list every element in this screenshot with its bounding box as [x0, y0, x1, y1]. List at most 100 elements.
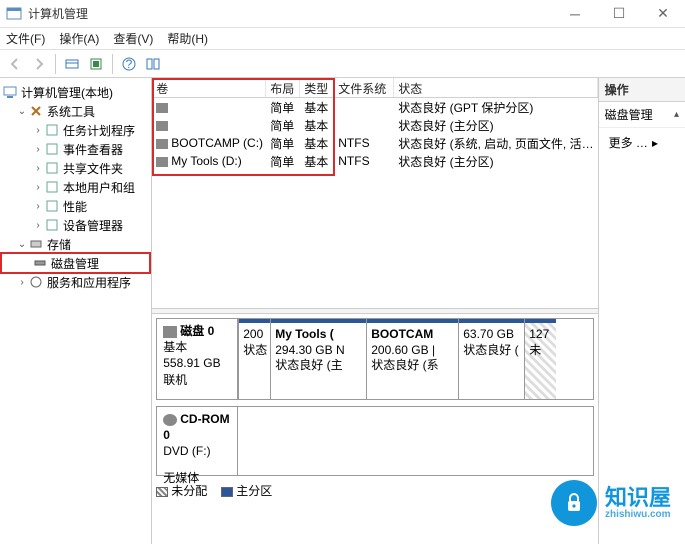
close-button[interactable]: ✕	[641, 0, 685, 28]
tools-icon	[28, 103, 44, 119]
disk-label: 磁盘 0 基本 558.91 GB 联机	[156, 318, 238, 400]
col-volume[interactable]: 卷	[152, 78, 266, 97]
partition[interactable]: 200状态	[238, 319, 270, 399]
tree-label: 设备管理器	[63, 217, 123, 234]
storage-icon	[28, 236, 44, 252]
actions-panel: 操作 磁盘管理 ▴ 更多 … ▸	[599, 78, 685, 544]
legend: 未分配 主分区	[156, 482, 593, 499]
view-list-button[interactable]	[142, 53, 164, 75]
event-icon	[44, 141, 60, 157]
window-title: 计算机管理	[28, 5, 553, 22]
expander-icon[interactable]: ⌄	[16, 106, 28, 117]
col-type[interactable]: 类型	[300, 78, 334, 97]
expander-icon[interactable]: ›	[16, 277, 28, 288]
actions-header: 操作	[599, 78, 685, 102]
tree-label: 系统工具	[47, 103, 95, 120]
tree-item-device[interactable]: › 设备管理器	[2, 216, 149, 234]
drive-icon	[156, 157, 168, 167]
tree-item-clock[interactable]: › 任务计划程序	[2, 121, 149, 139]
watermark: 知识屋 zhishiwu.com	[551, 480, 671, 526]
actions-group[interactable]: 磁盘管理 ▴	[599, 102, 685, 128]
tree-label: 共享文件夹	[63, 160, 123, 177]
tree-label: 性能	[63, 198, 87, 215]
watermark-title: 知识屋	[605, 487, 671, 509]
titlebar: 计算机管理 ─ ☐ ✕	[0, 0, 685, 28]
tree-item-folder[interactable]: › 共享文件夹	[2, 159, 149, 177]
partition[interactable]: My Tools (294.30 GB N状态良好 (主	[270, 319, 366, 399]
watermark-badge-icon	[551, 480, 597, 526]
volume-row[interactable]: 简单基本状态良好 (GPT 保护分区)	[152, 98, 597, 116]
partition[interactable]: 127未	[524, 319, 556, 399]
tree-label: 本地用户和组	[63, 179, 135, 196]
center-panel: 卷 布局 类型 文件系统 状态 简单基本状态良好 (GPT 保护分区)简单基本状…	[152, 78, 598, 544]
expander-icon[interactable]: ›	[32, 182, 44, 193]
swatch-unalloc	[156, 487, 168, 497]
device-icon	[44, 217, 60, 233]
volume-list-header: 卷 布局 类型 文件系统 状态	[152, 78, 597, 98]
volume-list[interactable]: 卷 布局 类型 文件系统 状态 简单基本状态良好 (GPT 保护分区)简单基本状…	[152, 78, 597, 308]
chevron-right-icon: ▸	[652, 136, 658, 150]
view-button[interactable]	[61, 53, 83, 75]
partition[interactable]: 63.70 GB状态良好 (	[458, 319, 524, 399]
tree-storage[interactable]: ⌄ 存储	[2, 235, 149, 253]
tree-label: 存储	[47, 236, 71, 253]
expander-icon[interactable]: ›	[32, 220, 44, 231]
tree-label: 磁盘管理	[51, 255, 99, 272]
menu-action[interactable]: 操作(A)	[59, 30, 99, 47]
disk-row-0[interactable]: 磁盘 0 基本 558.91 GB 联机 200状态My Tools (294.…	[156, 318, 593, 400]
back-button	[4, 53, 26, 75]
refresh-button[interactable]	[85, 53, 107, 75]
tree-root[interactable]: 计算机管理(本地)	[2, 83, 149, 101]
maximize-button[interactable]: ☐	[597, 0, 641, 28]
tree-label: 任务计划程序	[63, 122, 135, 139]
tree-disk-mgmt[interactable]: 磁盘管理	[2, 254, 149, 272]
computer-icon	[2, 84, 18, 100]
perf-icon	[44, 198, 60, 214]
users-icon	[44, 179, 60, 195]
tree-services[interactable]: › 服务和应用程序	[2, 273, 149, 291]
tree-panel: 计算机管理(本地) ⌄ 系统工具 › 任务计划程序 › 事件查看器 › 共享文件夹 › 本地用…	[0, 78, 152, 544]
col-status[interactable]: 状态	[394, 78, 597, 97]
minimize-button[interactable]: ─	[553, 0, 597, 28]
disk-label: CD-ROM 0 DVD (F:) 无媒体	[156, 406, 238, 476]
tree-root-label: 计算机管理(本地)	[21, 84, 113, 101]
help-button[interactable]: ?	[118, 53, 140, 75]
graphical-view: 磁盘 0 基本 558.91 GB 联机 200状态My Tools (294.…	[152, 314, 597, 544]
drive-icon	[156, 103, 168, 113]
menubar: 文件(F) 操作(A) 查看(V) 帮助(H)	[0, 28, 685, 50]
expander-icon[interactable]: ›	[32, 125, 44, 136]
menu-view[interactable]: 查看(V)	[113, 30, 153, 47]
watermark-url: zhishiwu.com	[605, 509, 671, 520]
tree-label: 服务和应用程序	[47, 274, 131, 291]
volume-row[interactable]: My Tools (D:)简单基本NTFS状态良好 (主分区)	[152, 152, 597, 170]
actions-group-label: 磁盘管理	[605, 106, 653, 123]
col-layout[interactable]: 布局	[266, 78, 300, 97]
partition[interactable]: BOOTCAM200.60 GB |状态良好 (系	[366, 319, 458, 399]
disk-row-cd[interactable]: CD-ROM 0 DVD (F:) 无媒体	[156, 406, 593, 476]
drive-icon	[156, 139, 168, 149]
actions-more-label: 更多 …	[609, 134, 648, 151]
expander-icon[interactable]: ›	[32, 163, 44, 174]
expander-icon[interactable]: ›	[32, 144, 44, 155]
app-icon	[6, 6, 22, 22]
expander-icon[interactable]: ›	[32, 201, 44, 212]
forward-button	[28, 53, 50, 75]
tree-item-perf[interactable]: › 性能	[2, 197, 149, 215]
folder-icon	[44, 160, 60, 176]
volume-row[interactable]: 简单基本状态良好 (主分区)	[152, 116, 597, 134]
col-fs[interactable]: 文件系统	[334, 78, 394, 97]
tree-systools[interactable]: ⌄ 系统工具	[2, 102, 149, 120]
services-icon	[28, 274, 44, 290]
toolbar: ?	[0, 50, 685, 78]
menu-help[interactable]: 帮助(H)	[167, 30, 208, 47]
actions-more[interactable]: 更多 … ▸	[599, 128, 685, 157]
tree-item-event[interactable]: › 事件查看器	[2, 140, 149, 158]
disk-icon	[32, 255, 48, 271]
svg-text:?: ?	[126, 57, 133, 71]
tree-item-users[interactable]: › 本地用户和组	[2, 178, 149, 196]
menu-file[interactable]: 文件(F)	[6, 30, 45, 47]
cd-icon	[163, 414, 177, 426]
volume-row[interactable]: BOOTCAMP (C:)简单基本NTFS状态良好 (系统, 启动, 页面文件,…	[152, 134, 597, 152]
expander-icon[interactable]: ⌄	[16, 239, 28, 250]
tree-label: 事件查看器	[63, 141, 123, 158]
